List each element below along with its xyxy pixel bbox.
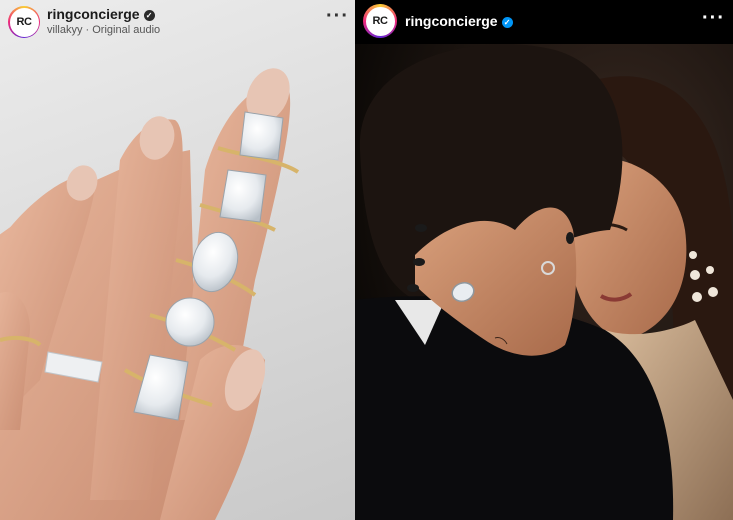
- audio-user: villakyy: [47, 24, 83, 36]
- username-text: ringconcierge: [47, 6, 140, 22]
- verified-badge-icon: ✓: [143, 10, 155, 21]
- avatar-initials: RC: [9, 7, 39, 37]
- reel-post-left: RC ringconcierge ✓ villakyy · Original au…: [0, 0, 355, 520]
- audio-label: Original audio: [92, 24, 161, 36]
- profile-avatar[interactable]: RC: [8, 6, 40, 38]
- couple-kiss-photo: [355, 40, 733, 520]
- verified-badge-icon: ✓: [501, 17, 513, 28]
- username-text: ringconcierge: [405, 13, 498, 29]
- rings-on-hand-photo: [0, 68, 300, 520]
- audio-attribution[interactable]: villakyy · Original audio: [47, 24, 160, 36]
- audio-separator: ·: [85, 24, 90, 36]
- avatar-initials: RC: [365, 6, 395, 36]
- image-post-right: RC ringconcierge ✓ ···: [355, 0, 733, 520]
- more-options-icon[interactable]: ···: [326, 6, 349, 26]
- post-header: RC ringconcierge ✓ ···: [355, 0, 733, 44]
- post-header: RC ringconcierge ✓ villakyy · Original au…: [0, 0, 355, 44]
- profile-avatar[interactable]: RC: [363, 4, 397, 38]
- username-link[interactable]: ringconcierge ✓: [47, 6, 155, 22]
- more-options-icon[interactable]: ···: [702, 8, 725, 28]
- username-link[interactable]: ringconcierge ✓: [405, 13, 513, 29]
